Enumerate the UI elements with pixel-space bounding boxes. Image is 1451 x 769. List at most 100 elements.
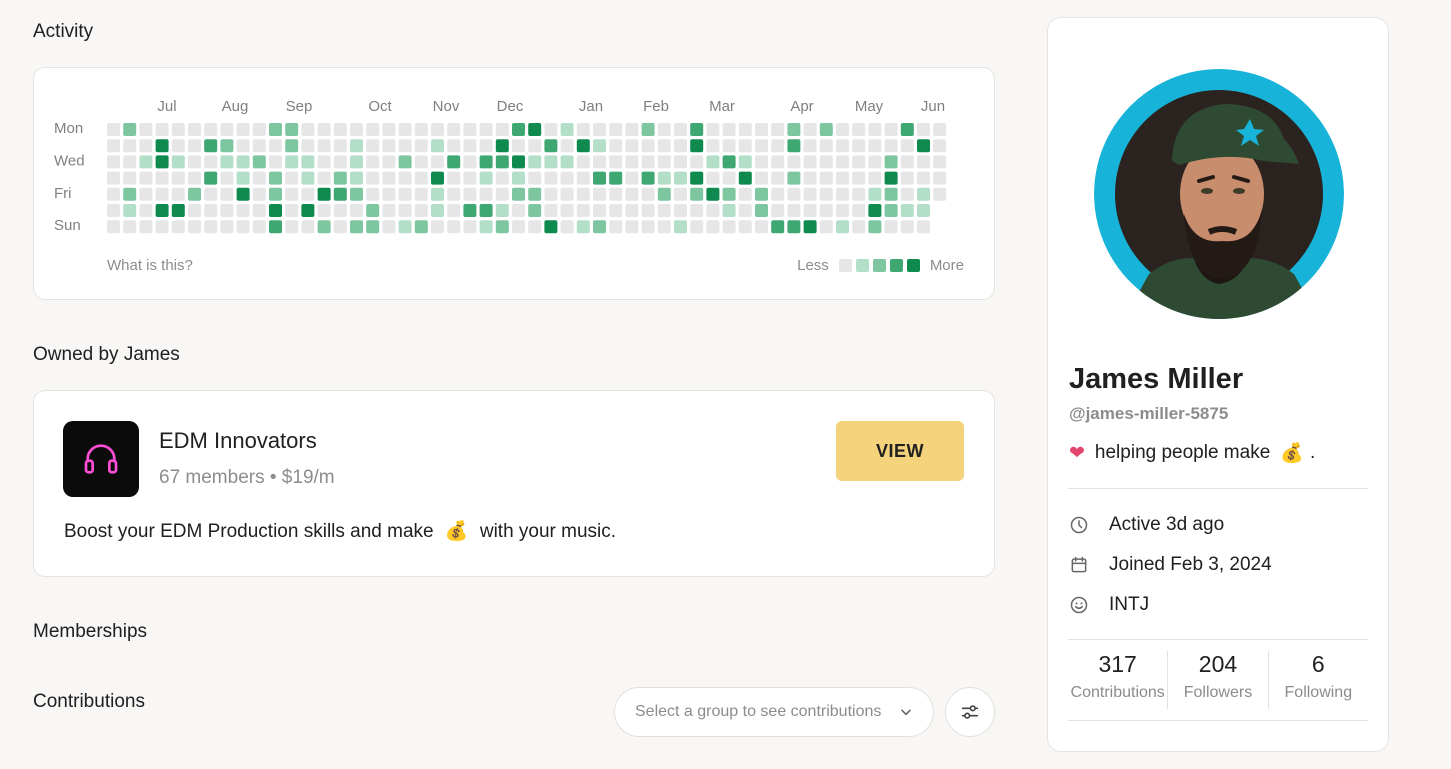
heatmap-cell[interactable] bbox=[738, 123, 752, 136]
heatmap-cell[interactable] bbox=[803, 123, 817, 136]
heatmap-cell[interactable] bbox=[155, 187, 169, 201]
heatmap-cell[interactable] bbox=[852, 220, 866, 234]
heatmap-cell[interactable] bbox=[674, 155, 687, 169]
heatmap-cell[interactable] bbox=[803, 220, 817, 234]
heatmap-cell[interactable] bbox=[852, 155, 866, 169]
group-name[interactable]: EDM Innovators bbox=[159, 428, 317, 454]
heatmap-cell[interactable] bbox=[139, 171, 153, 185]
heatmap-cell[interactable] bbox=[333, 204, 347, 217]
heatmap-cell[interactable] bbox=[884, 171, 898, 185]
heatmap-cell[interactable] bbox=[447, 187, 461, 201]
heatmap-cell[interactable] bbox=[787, 139, 801, 153]
heatmap-cell[interactable] bbox=[641, 155, 655, 169]
heatmap-cell[interactable] bbox=[301, 139, 315, 153]
heatmap-cell[interactable] bbox=[819, 187, 833, 201]
heatmap-cell[interactable] bbox=[317, 187, 331, 201]
heatmap-cell[interactable] bbox=[884, 123, 898, 136]
heatmap-cell[interactable] bbox=[738, 187, 752, 201]
heatmap-cell[interactable] bbox=[803, 204, 817, 217]
heatmap-cell[interactable] bbox=[350, 187, 363, 201]
heatmap-cell[interactable] bbox=[657, 155, 671, 169]
heatmap-cell[interactable] bbox=[609, 171, 623, 185]
heatmap-cell[interactable] bbox=[690, 220, 704, 234]
heatmap-cell[interactable] bbox=[366, 123, 380, 136]
heatmap-cell[interactable] bbox=[431, 171, 444, 185]
heatmap-cell[interactable] bbox=[738, 204, 752, 217]
heatmap-cell[interactable] bbox=[479, 123, 493, 136]
heatmap-cell[interactable] bbox=[382, 171, 396, 185]
heatmap-cell[interactable] bbox=[317, 155, 331, 169]
heatmap-cell[interactable] bbox=[706, 204, 720, 217]
heatmap-cell[interactable] bbox=[285, 123, 299, 136]
heatmap-cell[interactable] bbox=[398, 204, 412, 217]
heatmap-cell[interactable] bbox=[107, 123, 120, 136]
heatmap-cell[interactable] bbox=[463, 155, 477, 169]
heatmap-cell[interactable] bbox=[917, 123, 930, 136]
heatmap-cell[interactable] bbox=[155, 155, 169, 169]
heatmap-cell[interactable] bbox=[269, 187, 282, 201]
heatmap-cell[interactable] bbox=[414, 171, 428, 185]
heatmap-cell[interactable] bbox=[625, 204, 639, 217]
heatmap-cell[interactable] bbox=[188, 187, 201, 201]
heatmap-cell[interactable] bbox=[593, 155, 606, 169]
stat-followers[interactable]: 204 Followers bbox=[1167, 651, 1267, 709]
heatmap-cell[interactable] bbox=[269, 204, 282, 217]
heatmap-cell[interactable] bbox=[609, 123, 623, 136]
heatmap-cell[interactable] bbox=[414, 155, 428, 169]
heatmap-cell[interactable] bbox=[528, 187, 542, 201]
heatmap-cell[interactable] bbox=[528, 139, 542, 153]
heatmap-cell[interactable] bbox=[350, 204, 363, 217]
heatmap-cell[interactable] bbox=[123, 171, 137, 185]
heatmap-cell[interactable] bbox=[771, 171, 785, 185]
heatmap-cell[interactable] bbox=[414, 139, 428, 153]
heatmap-cell[interactable] bbox=[836, 139, 849, 153]
heatmap-cell[interactable] bbox=[803, 155, 817, 169]
heatmap-cell[interactable] bbox=[690, 123, 704, 136]
heatmap-cell[interactable] bbox=[803, 139, 817, 153]
heatmap-cell[interactable] bbox=[560, 139, 574, 153]
heatmap-cell[interactable] bbox=[512, 171, 525, 185]
heatmap-cell[interactable] bbox=[398, 220, 412, 234]
heatmap-cell[interactable] bbox=[722, 139, 736, 153]
heatmap-cell[interactable] bbox=[269, 123, 282, 136]
heatmap-cell[interactable] bbox=[609, 139, 623, 153]
heatmap-cell[interactable] bbox=[528, 220, 542, 234]
heatmap-cell[interactable] bbox=[787, 171, 801, 185]
heatmap-cell[interactable] bbox=[479, 220, 493, 234]
heatmap-cell[interactable] bbox=[366, 204, 380, 217]
heatmap-cell[interactable] bbox=[706, 123, 720, 136]
heatmap-cell[interactable] bbox=[544, 155, 558, 169]
heatmap-cell[interactable] bbox=[366, 187, 380, 201]
heatmap-cell[interactable] bbox=[657, 187, 671, 201]
heatmap-cell[interactable] bbox=[722, 123, 736, 136]
heatmap-cell[interactable] bbox=[674, 139, 687, 153]
heatmap-cell[interactable] bbox=[139, 139, 153, 153]
heatmap-cell[interactable] bbox=[479, 155, 493, 169]
heatmap-cell[interactable] bbox=[884, 204, 898, 217]
heatmap-cell[interactable] bbox=[771, 155, 785, 169]
heatmap-cell[interactable] bbox=[609, 187, 623, 201]
heatmap-cell[interactable] bbox=[236, 220, 250, 234]
heatmap-cell[interactable] bbox=[738, 171, 752, 185]
heatmap-cell[interactable] bbox=[414, 187, 428, 201]
heatmap-cell[interactable] bbox=[738, 139, 752, 153]
heatmap-cell[interactable] bbox=[301, 204, 315, 217]
heatmap-cell[interactable] bbox=[366, 155, 380, 169]
heatmap-cell[interactable] bbox=[868, 220, 882, 234]
heatmap-cell[interactable] bbox=[528, 171, 542, 185]
heatmap-cell[interactable] bbox=[771, 187, 785, 201]
heatmap-cell[interactable] bbox=[690, 187, 704, 201]
heatmap-cell[interactable] bbox=[641, 220, 655, 234]
heatmap-cell[interactable] bbox=[155, 220, 169, 234]
heatmap-cell[interactable] bbox=[431, 220, 444, 234]
heatmap-cell[interactable] bbox=[512, 220, 525, 234]
heatmap-cell[interactable] bbox=[139, 220, 153, 234]
heatmap-cell[interactable] bbox=[188, 155, 201, 169]
heatmap-cell[interactable] bbox=[301, 187, 315, 201]
heatmap-cell[interactable] bbox=[706, 187, 720, 201]
heatmap-cell[interactable] bbox=[447, 220, 461, 234]
heatmap-cell[interactable] bbox=[755, 123, 768, 136]
heatmap-cell[interactable] bbox=[479, 139, 493, 153]
heatmap-cell[interactable] bbox=[722, 204, 736, 217]
heatmap-cell[interactable] bbox=[544, 171, 558, 185]
